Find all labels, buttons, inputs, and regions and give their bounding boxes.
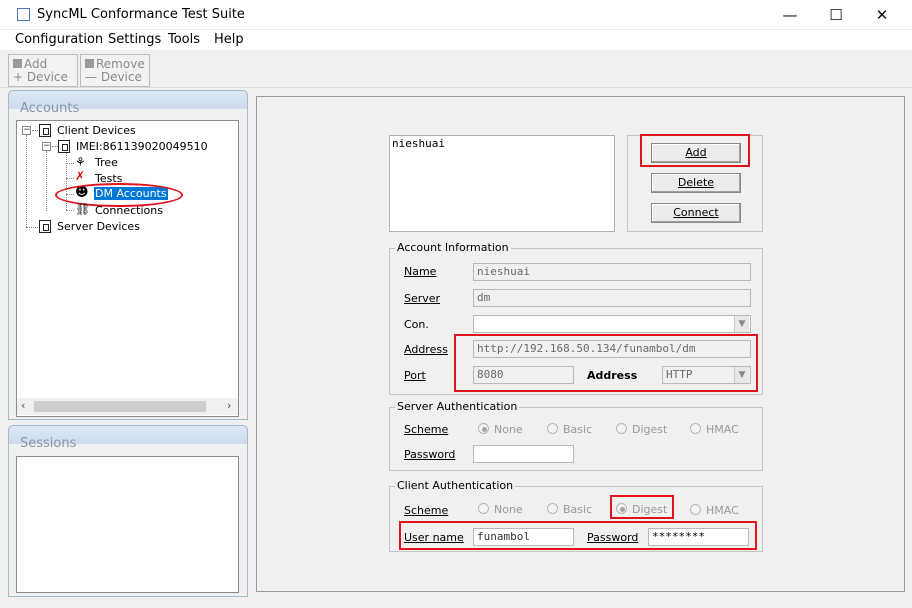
- tree-line: [46, 151, 47, 211]
- annotation-box: [399, 521, 757, 550]
- close-button[interactable]: ✕: [859, 0, 905, 30]
- scrollbar-thumb[interactable]: [34, 401, 206, 412]
- delete-button-label: Delete: [677, 176, 715, 189]
- annotation-box: [454, 334, 758, 392]
- app-icon: [17, 8, 30, 21]
- tree-item-tree[interactable]: Tree: [95, 156, 118, 169]
- client-scheme-label-text: Scheme: [404, 504, 449, 517]
- server-scheme-label: Scheme: [404, 423, 448, 436]
- menu-tools[interactable]: Tools: [168, 32, 200, 47]
- add-device-label-1: Add: [24, 57, 48, 71]
- connect-button[interactable]: Connect: [651, 203, 741, 223]
- tree-line: [32, 130, 38, 131]
- server-scheme-hmac-label: HMAC: [706, 423, 739, 436]
- chevron-down-icon[interactable]: ▼: [734, 316, 749, 332]
- server-scheme-none-radio[interactable]: [478, 423, 489, 434]
- document-icon: [39, 220, 51, 233]
- add-device-button[interactable]: Add + Device: [8, 54, 78, 87]
- port-label: Port: [404, 369, 426, 382]
- server-auth-title: Server Authentication: [395, 400, 520, 413]
- client-scheme-none-radio[interactable]: [478, 503, 489, 514]
- tree-line: [26, 227, 38, 228]
- connect-button-label: Connect: [673, 206, 719, 219]
- client-scheme-hmac-label: HMAC: [706, 504, 739, 517]
- account-list-item[interactable]: nieshuai: [392, 137, 445, 150]
- con-select[interactable]: [473, 315, 751, 333]
- name-label-text: Name: [404, 265, 437, 278]
- remove-device-button[interactable]: Remove — Device: [80, 54, 150, 87]
- client-auth-title: Client Authentication: [395, 479, 516, 492]
- tree-item-device[interactable]: IMEI:861139020049510: [76, 140, 208, 153]
- name-field[interactable]: nieshuai: [473, 263, 751, 281]
- server-scheme-basic-label: Basic: [563, 423, 593, 436]
- server-scheme-digest-radio[interactable]: [616, 423, 627, 434]
- minus-icon: —: [85, 70, 101, 84]
- address-label: Address: [404, 343, 448, 356]
- tree-line: [66, 163, 74, 164]
- scroll-left-icon[interactable]: ‹: [21, 399, 25, 412]
- server-password-label-text: Password: [404, 448, 456, 461]
- tests-icon: ✗: [75, 169, 86, 183]
- client-scheme-none-label: None: [494, 503, 523, 516]
- server-scheme-basic-radio[interactable]: [547, 423, 558, 434]
- server-scheme-digest-label: Digest: [632, 423, 668, 436]
- server-label-text: Server: [404, 292, 441, 305]
- address-label-text: Address: [404, 343, 448, 356]
- remove-device-label-1: Remove: [96, 57, 145, 71]
- device-icon: [13, 59, 22, 68]
- tree-item-server-devices[interactable]: Server Devices: [57, 220, 140, 233]
- tree-line: [66, 178, 74, 179]
- collapse-toggle[interactable]: −: [22, 126, 31, 135]
- connections-icon: ⛓: [75, 202, 91, 216]
- server-scheme-label-text: Scheme: [404, 423, 449, 436]
- remove-device-label-2: Device: [100, 70, 142, 84]
- server-field[interactable]: dm: [473, 289, 751, 307]
- menu-configuration[interactable]: Configuration: [15, 32, 103, 47]
- collapse-toggle[interactable]: −: [42, 142, 51, 151]
- minimize-button[interactable]: —: [767, 0, 813, 30]
- tree-icon: ⚘: [75, 155, 86, 169]
- accounts-tree[interactable]: [16, 120, 239, 417]
- server-auth-group: [389, 407, 763, 471]
- menu-help[interactable]: Help: [214, 32, 244, 47]
- document-icon: [39, 124, 51, 137]
- sessions-pane-title: Sessions: [20, 436, 77, 451]
- accounts-pane-title: Accounts: [20, 101, 80, 116]
- tree-line: [66, 210, 74, 211]
- client-scheme-basic-radio[interactable]: [547, 503, 558, 514]
- sessions-list[interactable]: [16, 456, 239, 593]
- server-password-field[interactable]: [473, 445, 574, 463]
- server-password-label: Password: [404, 448, 455, 461]
- document-icon: [58, 140, 70, 153]
- tree-line: [26, 135, 27, 227]
- menu-settings[interactable]: Settings: [108, 32, 161, 47]
- client-scheme-label: Scheme: [404, 504, 448, 517]
- server-scheme-none-label: None: [494, 423, 523, 436]
- port-label-text: Port: [404, 369, 426, 382]
- add-device-label-2: Device: [26, 70, 68, 84]
- annotation-box: [640, 134, 750, 167]
- con-label: Con.: [404, 318, 429, 331]
- device-icon: [85, 59, 94, 68]
- server-scheme-hmac-radio[interactable]: [690, 423, 701, 434]
- scroll-right-icon[interactable]: ›: [227, 399, 231, 412]
- account-info-title: Account Information: [395, 241, 511, 254]
- client-scheme-hmac-radio[interactable]: [690, 504, 701, 515]
- plus-icon: +: [13, 70, 27, 84]
- annotation-box: [610, 495, 674, 519]
- tree-item-client-devices[interactable]: Client Devices: [57, 124, 136, 137]
- delete-button[interactable]: Delete: [651, 173, 741, 193]
- tree-item-connections[interactable]: Connections: [95, 204, 163, 217]
- server-label: Server: [404, 292, 440, 305]
- name-label: Name: [404, 265, 436, 278]
- window-title: SyncML Conformance Test Suite: [37, 7, 245, 22]
- maximize-button[interactable]: ☐: [813, 0, 859, 30]
- client-scheme-basic-label: Basic: [563, 503, 593, 516]
